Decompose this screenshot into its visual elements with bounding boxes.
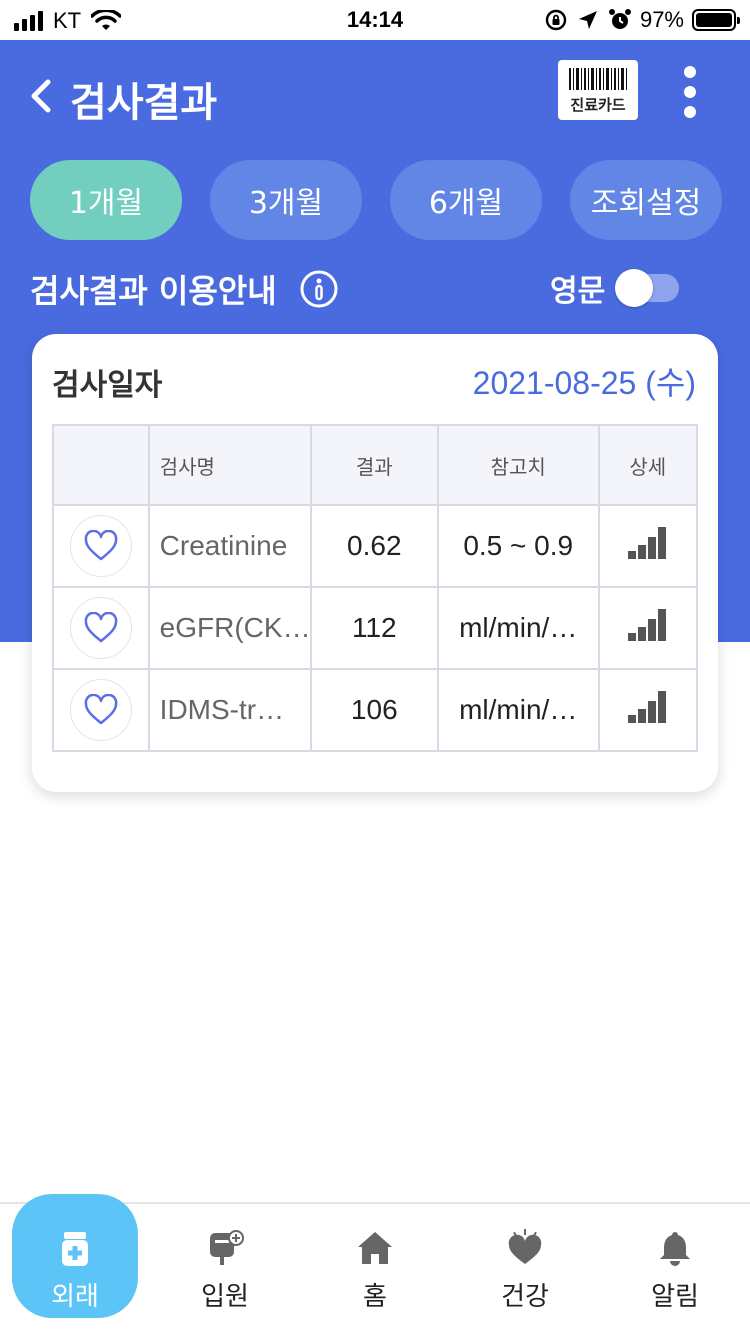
heart-outline-icon [84,612,118,643]
page-title: 검사결과 [70,80,218,126]
tab-1-month[interactable]: 1개월 [30,160,182,240]
col-header-result: 결과 [309,424,439,506]
detail-chart-icon[interactable] [626,607,670,643]
more-dot-icon [684,106,696,118]
barcode-icon [569,67,627,90]
test-reference: ml/min/… [436,668,600,752]
nav-health-label: 건강 [501,1281,549,1312]
medical-card-label: 진료카드 [570,95,626,114]
col-header-favorite [52,424,150,506]
test-date-label: 검사일자 [52,368,163,403]
alarm-icon [608,9,631,29]
status-right: 97% [544,7,740,33]
english-label: 영문 [550,274,606,309]
test-reference: 0.5 ~ 0.9 [436,504,600,588]
detail-chart-icon[interactable] [626,525,670,561]
heart-outline-icon [84,530,118,561]
test-date-value: 2021-08-25 (수) [472,365,696,401]
table-row: Creatinine 0.62 0.5 ~ 0.9 [52,504,698,588]
period-tabs: 1개월 3개월 6개월 조회설정 [30,160,722,240]
usage-guide: 검사결과 이용안내 [30,266,339,312]
test-name: Creatinine [147,504,312,588]
heart-icon [508,1228,542,1264]
test-reference: ml/min/… [436,586,600,670]
nav-notifications-label: 알림 [651,1281,699,1312]
col-header-test-name: 검사명 [147,424,312,506]
english-toggle[interactable] [615,269,680,307]
heart-outline-icon [84,694,118,725]
tab-query-settings[interactable]: 조회설정 [570,160,722,240]
rotation-lock-icon [545,9,567,31]
nav-health[interactable]: 건강 [450,1204,600,1334]
tab-6-months[interactable]: 6개월 [390,160,542,240]
info-icon[interactable] [299,269,339,309]
favorite-button[interactable] [69,679,132,741]
medicine-bottle-icon [62,1231,88,1266]
detail-chart-icon[interactable] [626,689,670,725]
test-result: 106 [309,668,439,752]
nav-inpatient-label: 입원 [201,1281,249,1312]
favorite-button[interactable] [69,597,132,659]
nav-outpatient[interactable]: 외래 [0,1194,150,1334]
home-icon [358,1231,392,1264]
location-arrow-icon [578,11,597,29]
nav-outpatient-label: 외래 [51,1281,99,1312]
bell-icon [660,1231,690,1266]
bottom-navigation: 외래 입원 홈 건강 알림 [0,1194,750,1334]
more-dot-icon [684,66,696,78]
table-row: eGFR(CK… 112 ml/min/… [52,586,698,670]
status-bar: KT 14:14 97% [0,0,750,40]
test-name: IDMS-tr… [147,668,312,752]
table-header-row: 검사명 결과 참고치 상세 [52,424,698,506]
nav-home-label: 홈 [363,1281,387,1312]
english-toggle-row: 영문 [550,266,680,310]
back-chevron-icon[interactable] [24,76,60,116]
toggle-knob [615,269,654,307]
more-menu-button[interactable] [676,66,704,118]
nav-notifications[interactable]: 알림 [600,1204,750,1334]
battery-percent: 97% [639,7,684,32]
tab-3-months[interactable]: 3개월 [210,160,362,240]
nav-home[interactable]: 홈 [300,1204,450,1334]
favorite-button[interactable] [69,515,132,577]
test-result: 112 [309,586,439,670]
results-table: 검사명 결과 참고치 상세 Creatinine 0.62 0.5 ~ 0.9 [52,424,698,752]
nav-inpatient[interactable]: 입원 [150,1204,300,1334]
iv-bag-icon [210,1229,244,1265]
test-result: 0.62 [309,504,439,588]
battery-icon [692,9,740,31]
table-row: IDMS-tr… 106 ml/min/… [52,668,698,752]
test-name: eGFR(CK… [147,586,312,670]
usage-guide-text: 검사결과 이용안내 [30,272,277,310]
medical-card-button[interactable]: 진료카드 [558,60,638,120]
col-header-reference: 참고치 [436,424,600,506]
more-dot-icon [684,86,696,98]
col-header-detail: 상세 [597,424,698,506]
test-result-card: 검사일자 2021-08-25 (수) 검사명 결과 참고치 상세 Creati… [32,334,718,792]
